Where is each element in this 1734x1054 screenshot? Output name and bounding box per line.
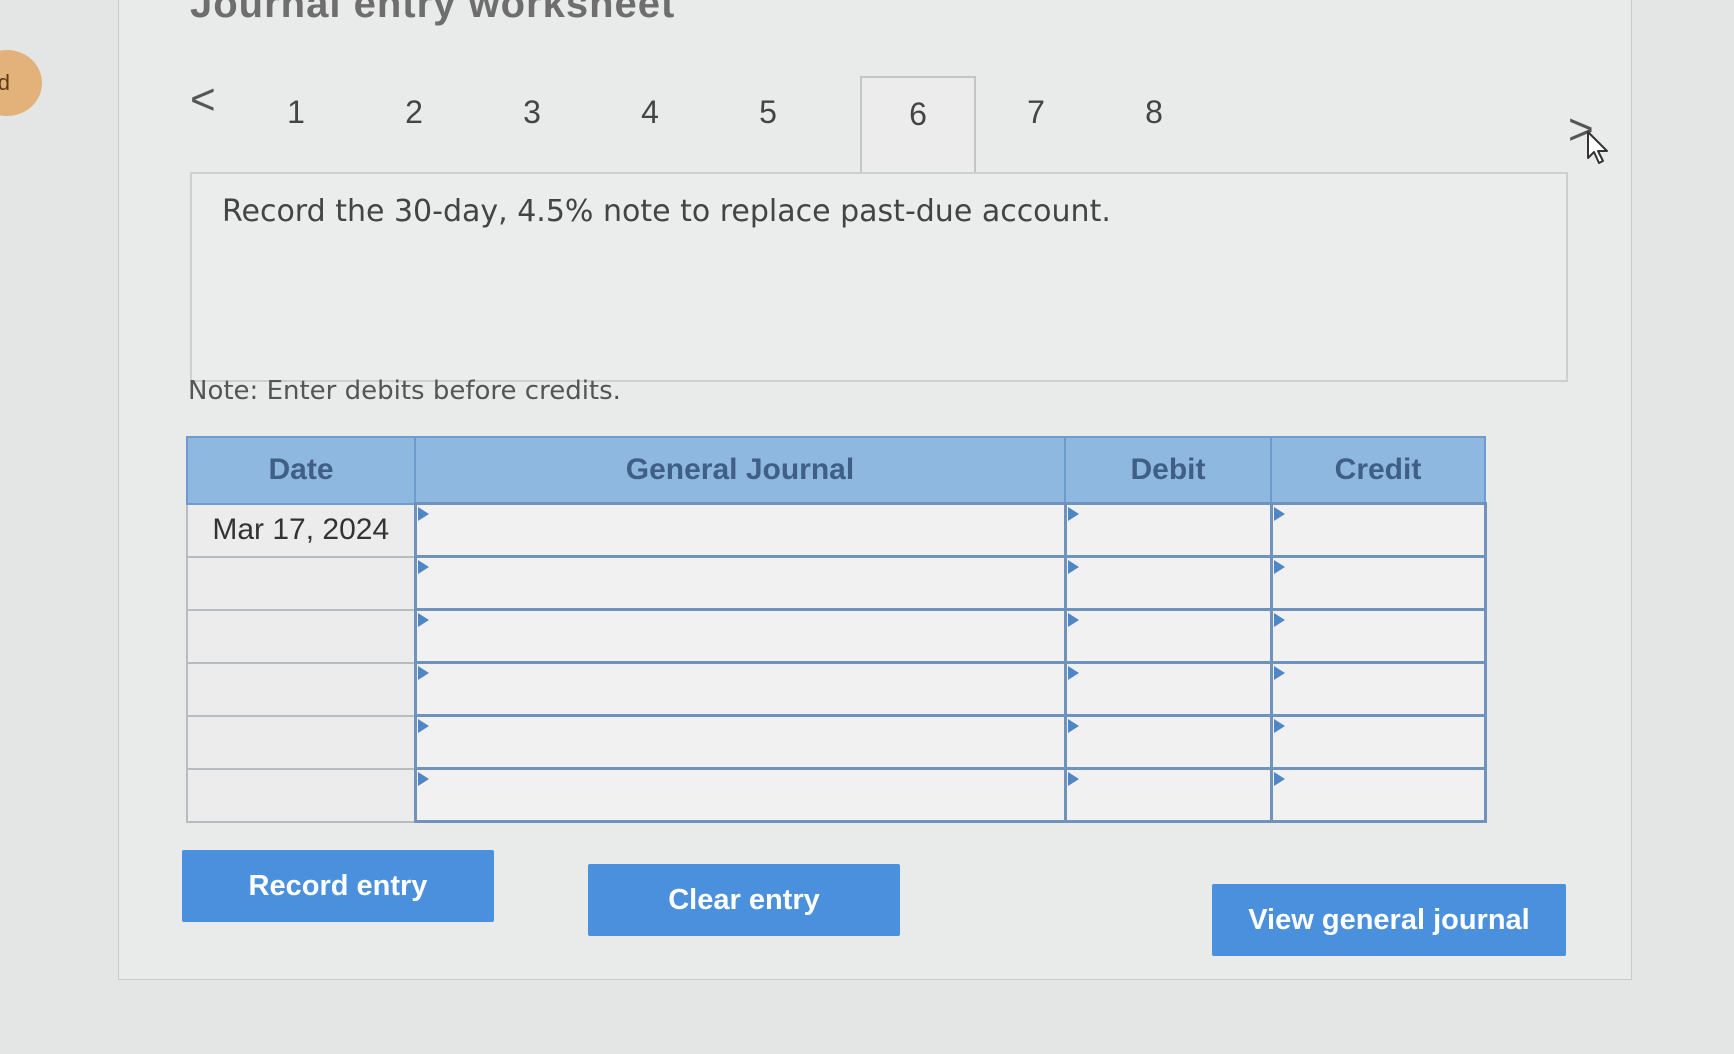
credit-field[interactable] — [1269, 502, 1487, 558]
account-field[interactable] — [413, 767, 1067, 823]
credit-input[interactable] — [1272, 505, 1484, 555]
journal-table: Date General Journal Debit Credit Mar 17… — [186, 436, 1487, 823]
tab-3[interactable]: 3 — [474, 82, 590, 142]
debit-input[interactable] — [1066, 717, 1270, 767]
entry-navigation: < 1 2 3 4 5 6 7 8 > — [190, 72, 1630, 176]
credit-field[interactable] — [1269, 767, 1487, 823]
table-row — [186, 714, 1487, 770]
credit-field[interactable] — [1269, 714, 1487, 770]
account-field[interactable] — [413, 502, 1067, 558]
prompt-text: Record the 30-day, 4.5% note to replace … — [222, 194, 1111, 229]
account-field[interactable] — [413, 555, 1067, 611]
triangle-marker-icon — [417, 560, 429, 574]
note-text: Note: Enter debits before credits. — [188, 376, 621, 406]
date-cell — [186, 661, 416, 717]
tab-8[interactable]: 8 — [1096, 82, 1212, 142]
debit-input[interactable] — [1066, 664, 1270, 714]
table-row — [186, 608, 1487, 664]
date-cell — [186, 608, 416, 664]
debit-field[interactable] — [1063, 502, 1273, 558]
debit-input[interactable] — [1066, 505, 1270, 555]
account-input[interactable] — [416, 558, 1064, 608]
triangle-marker-icon — [1067, 613, 1079, 627]
header-general-journal: General Journal — [414, 436, 1066, 505]
account-field[interactable] — [413, 714, 1067, 770]
debit-field[interactable] — [1063, 555, 1273, 611]
view-general-journal-button[interactable]: View general journal — [1212, 884, 1566, 956]
table-row — [186, 555, 1487, 611]
account-field[interactable] — [413, 661, 1067, 717]
credit-input[interactable] — [1272, 611, 1484, 661]
debit-field[interactable] — [1063, 714, 1273, 770]
triangle-marker-icon — [1273, 507, 1285, 521]
debit-field[interactable] — [1063, 608, 1273, 664]
credit-field[interactable] — [1269, 661, 1487, 717]
triangle-marker-icon — [1067, 719, 1079, 733]
triangle-marker-icon — [1067, 666, 1079, 680]
date-cell — [186, 714, 416, 770]
triangle-marker-icon — [1273, 772, 1285, 786]
date-cell — [186, 767, 416, 823]
date-cell: Mar 17, 2024 — [186, 502, 416, 558]
tab-1[interactable]: 1 — [238, 82, 354, 142]
credit-input[interactable] — [1272, 717, 1484, 767]
debit-field[interactable] — [1063, 767, 1273, 823]
tab-4[interactable]: 4 — [592, 82, 708, 142]
credit-input[interactable] — [1272, 770, 1484, 820]
triangle-marker-icon — [1067, 507, 1079, 521]
side-badge[interactable]: d — [0, 50, 42, 116]
triangle-marker-icon — [1273, 613, 1285, 627]
header-credit: Credit — [1270, 436, 1486, 505]
credit-field[interactable] — [1269, 608, 1487, 664]
table-row — [186, 661, 1487, 717]
credit-input[interactable] — [1272, 558, 1484, 608]
debit-input[interactable] — [1066, 558, 1270, 608]
table-row — [186, 767, 1487, 823]
header-date: Date — [186, 436, 416, 505]
account-field[interactable] — [413, 608, 1067, 664]
clear-entry-button[interactable]: Clear entry — [588, 864, 900, 936]
record-entry-button[interactable]: Record entry — [182, 850, 494, 922]
triangle-marker-icon — [417, 507, 429, 521]
debit-field[interactable] — [1063, 661, 1273, 717]
prompt-box: Record the 30-day, 4.5% note to replace … — [190, 172, 1568, 382]
account-input[interactable] — [416, 664, 1064, 714]
worksheet-title: Journal entry worksheet — [190, 0, 676, 26]
triangle-marker-icon — [1067, 560, 1079, 574]
date-cell — [186, 555, 416, 611]
credit-field[interactable] — [1269, 555, 1487, 611]
triangle-marker-icon — [417, 613, 429, 627]
credit-input[interactable] — [1272, 664, 1484, 714]
journal-header-row: Date General Journal Debit Credit — [186, 436, 1486, 505]
account-input[interactable] — [416, 611, 1064, 661]
tab-5[interactable]: 5 — [710, 82, 826, 142]
triangle-marker-icon — [1273, 666, 1285, 680]
account-input[interactable] — [416, 770, 1064, 820]
table-row: Mar 17, 2024 — [186, 502, 1487, 558]
mouse-pointer-icon — [1587, 131, 1608, 164]
chevron-left-icon[interactable]: < — [190, 78, 216, 122]
debit-input[interactable] — [1066, 770, 1270, 820]
tab-2[interactable]: 2 — [356, 82, 472, 142]
triangle-marker-icon — [417, 666, 429, 680]
triangle-marker-icon — [1273, 560, 1285, 574]
triangle-marker-icon — [1273, 719, 1285, 733]
tab-7[interactable]: 7 — [978, 82, 1094, 142]
triangle-marker-icon — [417, 772, 429, 786]
triangle-marker-icon — [417, 719, 429, 733]
account-input[interactable] — [416, 717, 1064, 767]
triangle-marker-icon — [1067, 772, 1079, 786]
header-debit: Debit — [1064, 436, 1272, 505]
tab-6-active[interactable]: 6 — [860, 76, 976, 172]
account-input[interactable] — [416, 505, 1064, 555]
debit-input[interactable] — [1066, 611, 1270, 661]
